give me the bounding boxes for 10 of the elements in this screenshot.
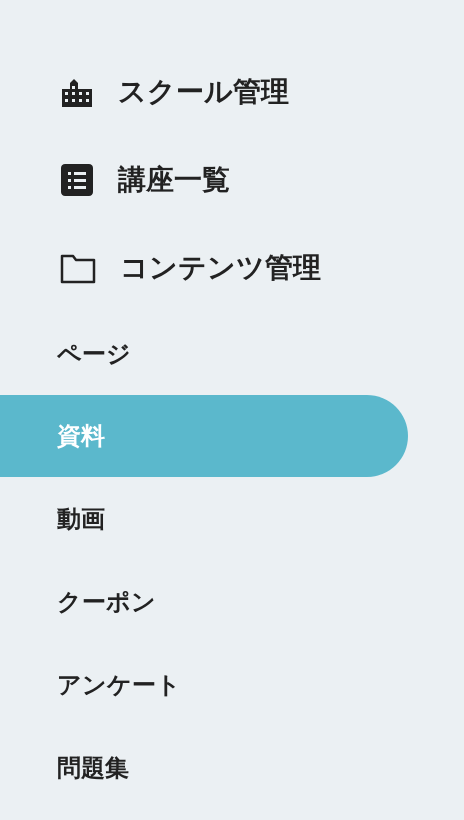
folder-icon xyxy=(60,252,96,284)
nav-item[interactable]: クーポン xyxy=(0,560,408,643)
nav-section[interactable]: コンテンツ管理 xyxy=(0,224,464,312)
nav-section[interactable]: スクール管理 xyxy=(0,48,464,136)
nav-item[interactable]: 動画 xyxy=(0,477,408,560)
nav-item[interactable]: ページ xyxy=(0,312,408,395)
list-icon xyxy=(60,163,94,197)
nav-item[interactable]: 問題集 xyxy=(0,726,408,809)
nav-section[interactable]: 講座一覧 xyxy=(0,136,464,224)
nav-item[interactable]: アンケート xyxy=(0,643,408,726)
